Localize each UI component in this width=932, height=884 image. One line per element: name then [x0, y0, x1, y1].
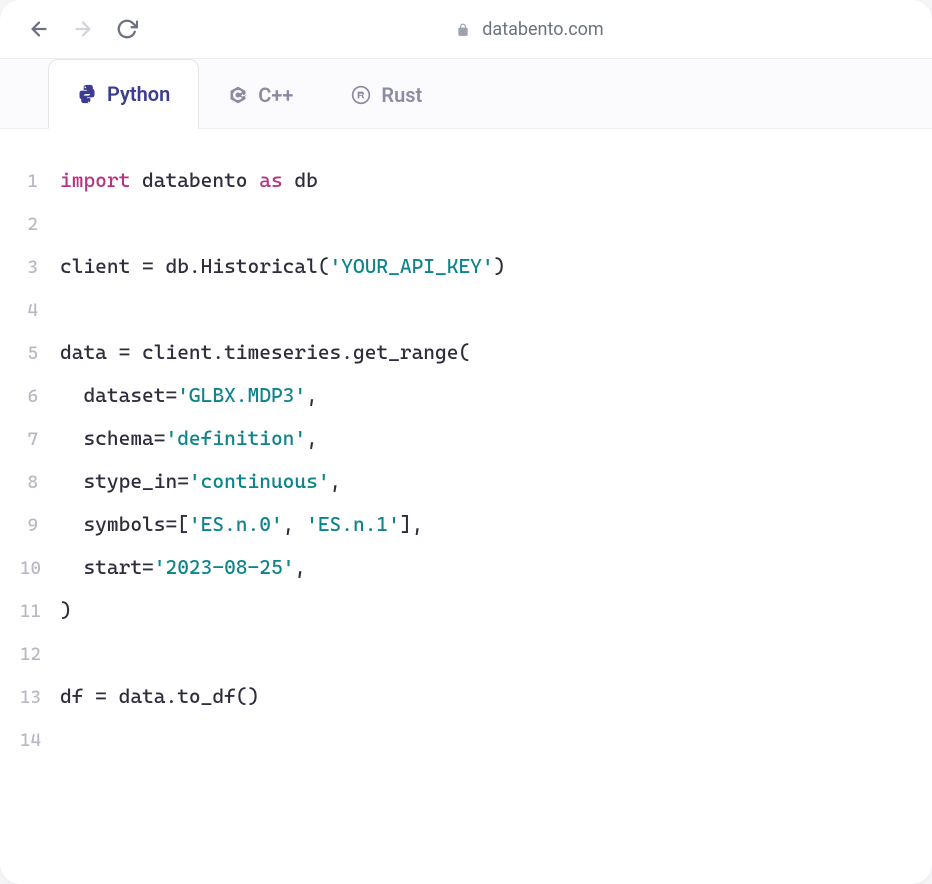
- line-number: 14: [20, 722, 60, 761]
- line-number: 10: [20, 550, 60, 589]
- browser-bar: databento.com: [0, 0, 932, 59]
- code-content: schema='definition',: [60, 417, 318, 460]
- line-number: 7: [20, 421, 60, 460]
- code-content: ): [60, 589, 72, 632]
- line-number: 2: [20, 206, 60, 245]
- code-line: 2: [20, 202, 912, 245]
- tabs-container: Python C++ Rust: [0, 59, 932, 129]
- back-icon[interactable]: [28, 18, 50, 40]
- nav-controls: [28, 18, 138, 40]
- url-bar[interactable]: databento.com: [156, 19, 904, 40]
- line-number: 3: [20, 249, 60, 288]
- tab-cpp[interactable]: C++: [199, 59, 322, 129]
- code-line: 5data = client.timeseries.get_range(: [20, 331, 912, 374]
- line-number: 4: [20, 292, 60, 331]
- line-number: 11: [20, 593, 60, 632]
- code-line: 7 schema='definition',: [20, 417, 912, 460]
- line-number: 13: [20, 679, 60, 718]
- code-line: 13df = data.to_df(): [20, 675, 912, 718]
- code-content: [60, 288, 72, 331]
- code-line: 11): [20, 589, 912, 632]
- code-area[interactable]: 1import databento as db2 3client = db.Hi…: [0, 129, 932, 791]
- code-content: start='2023-08-25',: [60, 546, 306, 589]
- tab-label: Python: [107, 82, 170, 106]
- cpp-icon: [228, 85, 248, 105]
- code-line: 12: [20, 632, 912, 675]
- code-content: data = client.timeseries.get_range(: [60, 331, 470, 374]
- code-line: 3client = db.Historical('YOUR_API_KEY'): [20, 245, 912, 288]
- code-line: 9 symbols=['ES.n.0', 'ES.n.1'],: [20, 503, 912, 546]
- tab-rust[interactable]: Rust: [322, 59, 451, 129]
- code-content: [60, 632, 72, 675]
- line-number: 1: [20, 163, 60, 202]
- code-line: 4: [20, 288, 912, 331]
- forward-icon[interactable]: [72, 18, 94, 40]
- code-content: dataset='GLBX.MDP3',: [60, 374, 318, 417]
- line-number: 8: [20, 464, 60, 503]
- code-content: stype_in='continuous',: [60, 460, 341, 503]
- reload-icon[interactable]: [116, 18, 138, 40]
- tab-label: Rust: [381, 83, 422, 107]
- code-line: 10 start='2023-08-25',: [20, 546, 912, 589]
- line-number: 5: [20, 335, 60, 374]
- code-line: 1import databento as db: [20, 159, 912, 202]
- tab-label: C++: [258, 83, 293, 107]
- code-content: df = data.to_df(): [60, 675, 259, 718]
- code-content: [60, 718, 72, 761]
- url-text: databento.com: [482, 19, 603, 40]
- line-number: 9: [20, 507, 60, 546]
- code-content: import databento as db: [60, 159, 318, 202]
- line-number: 12: [20, 636, 60, 675]
- code-content: [60, 202, 72, 245]
- code-line: 14: [20, 718, 912, 761]
- rust-icon: [351, 85, 371, 105]
- line-number: 6: [20, 378, 60, 417]
- code-line: 8 stype_in='continuous',: [20, 460, 912, 503]
- tab-python[interactable]: Python: [48, 59, 199, 129]
- python-icon: [77, 84, 97, 104]
- code-line: 6 dataset='GLBX.MDP3',: [20, 374, 912, 417]
- code-content: client = db.Historical('YOUR_API_KEY'): [60, 245, 505, 288]
- browser-window: databento.com Python C++ Rust 1import da…: [0, 0, 932, 884]
- lock-icon: [456, 21, 472, 37]
- code-content: symbols=['ES.n.0', 'ES.n.1'],: [60, 503, 423, 546]
